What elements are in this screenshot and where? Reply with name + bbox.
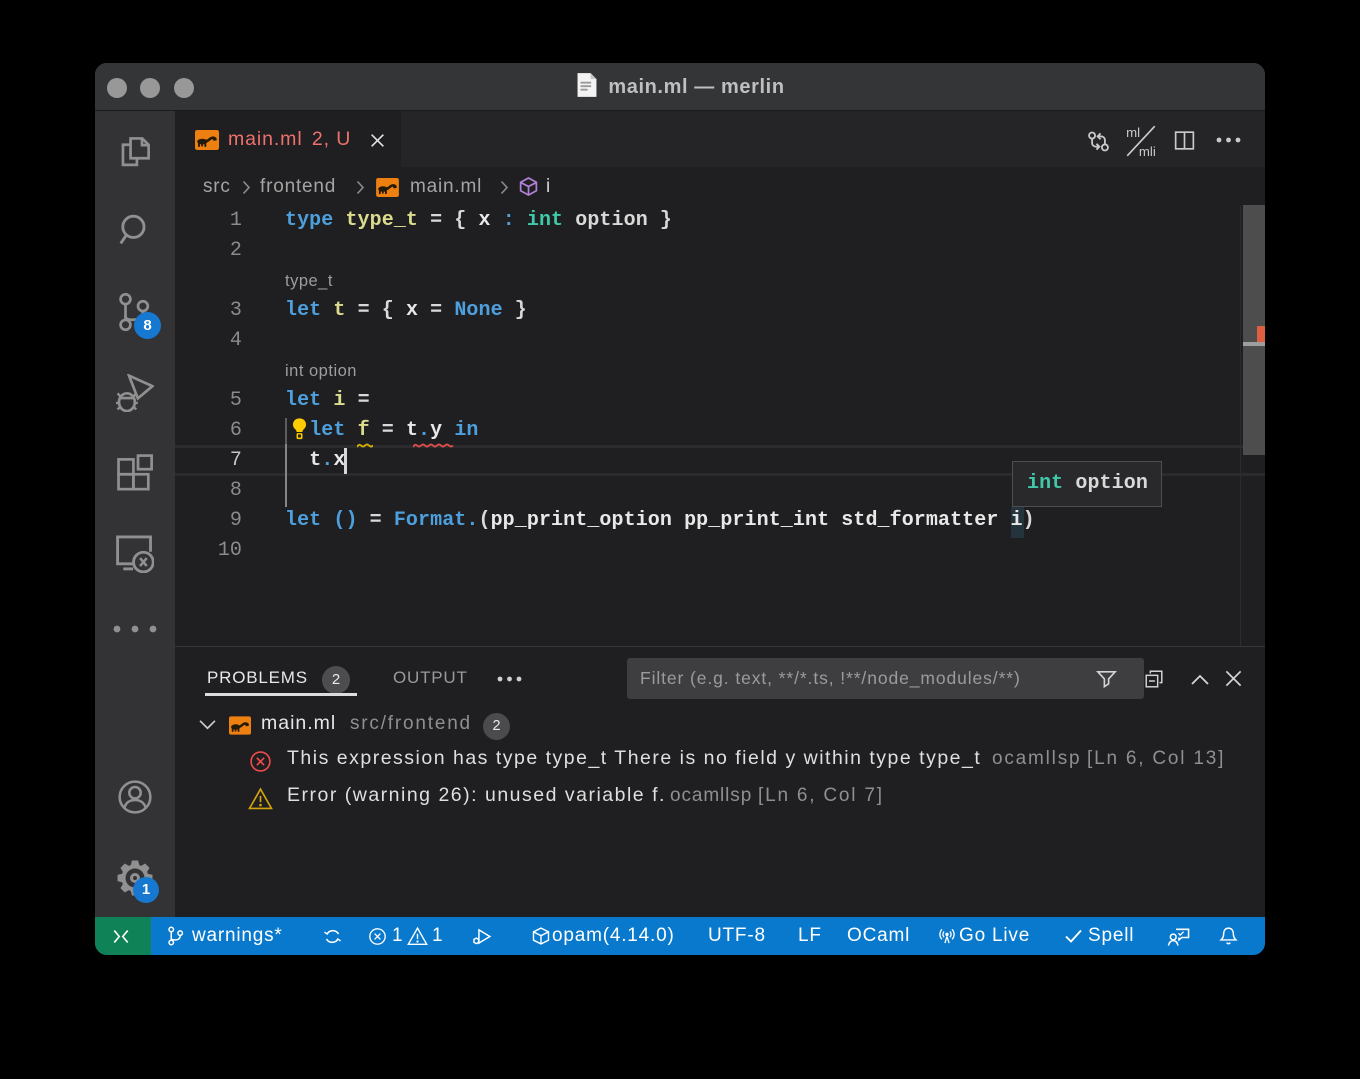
svg-text:ml: ml [1126,125,1140,140]
svg-text:mli: mli [1139,144,1156,159]
